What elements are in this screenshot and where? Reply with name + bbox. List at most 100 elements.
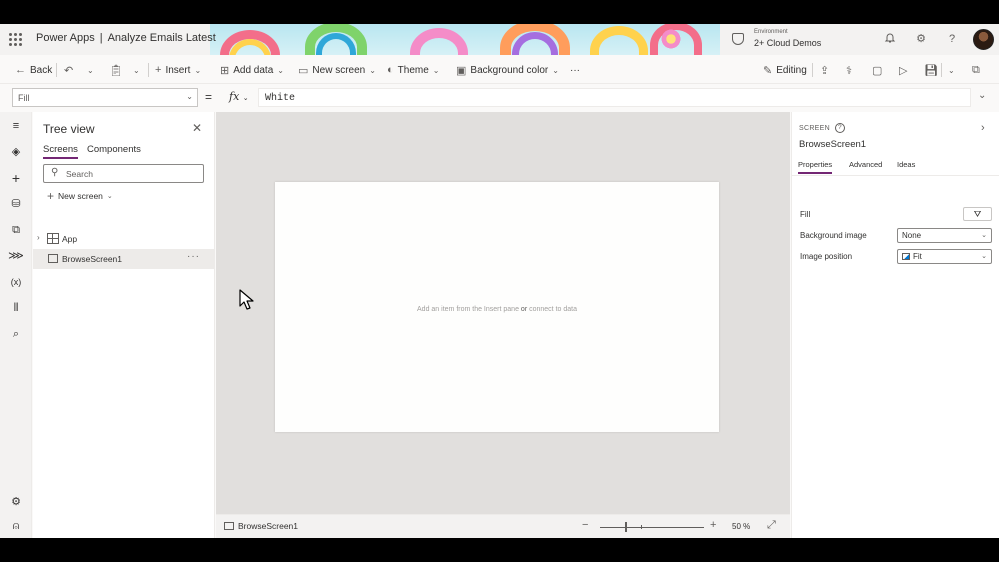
bell-icon[interactable]	[883, 32, 897, 46]
search-icon[interactable]: ⌕	[8, 326, 24, 342]
image-position-dropdown[interactable]: Fit ⌄	[897, 249, 992, 264]
editing-mode-button[interactable]: ✎ Editing	[763, 62, 807, 78]
advanced-tools-icon[interactable]: ⫴	[8, 300, 24, 316]
property-dropdown[interactable]: Fill ⌄	[12, 88, 198, 107]
undo-dropdown[interactable]: ⌄	[87, 62, 94, 78]
zoom-slider-midmark	[641, 525, 642, 529]
fit-to-window-icon[interactable]: ⤢	[767, 519, 776, 532]
formula-input[interactable]: White	[258, 88, 971, 107]
tab-properties[interactable]: Properties	[798, 160, 833, 174]
browse-screen-canvas[interactable]: Add an item from the Insert pane or conn…	[275, 182, 719, 432]
help-icon[interactable]: ?	[834, 123, 845, 133]
tree-view-icon[interactable]: ◈	[8, 144, 24, 160]
publish-button[interactable]: ⧉	[972, 62, 980, 78]
divider	[792, 175, 999, 176]
hint-or: or	[520, 306, 528, 313]
zoom-out-button[interactable]: −	[582, 519, 588, 531]
back-button[interactable]: ← Back	[15, 62, 52, 78]
app-title: Power Apps | Analyze Emails Latest	[36, 32, 216, 44]
chevron-down-icon: ⌄	[106, 193, 113, 200]
hint-connect-data-link[interactable]: connect to data	[529, 306, 577, 313]
divider	[812, 63, 813, 77]
paste-button[interactable]: 📋︎	[109, 62, 123, 78]
zoom-slider[interactable]	[600, 527, 704, 528]
tab-screens[interactable]: Screens	[43, 144, 78, 159]
zoom-in-button[interactable]: +	[710, 519, 716, 531]
zoom-slider-thumb[interactable]	[625, 522, 627, 532]
settings-icon[interactable]: ⚙	[8, 494, 24, 510]
save-button[interactable]: 💾︎	[924, 62, 938, 78]
tab-advanced[interactable]: Advanced	[849, 160, 882, 169]
formula-bar: Fill ⌄ = fx ⌄ White ⌄	[0, 84, 999, 111]
data-icon[interactable]: ⛁	[8, 196, 24, 212]
tree-search-input[interactable]: ⚲ Search	[43, 164, 204, 183]
save-dropdown[interactable]: ⌄	[948, 62, 955, 78]
current-screen-indicator[interactable]: BrowseScreen1	[224, 521, 298, 531]
comments-button[interactable]: ▢	[872, 62, 882, 78]
app-checker-button[interactable]: ⚕	[846, 62, 852, 78]
virtual-agent-icon[interactable]: ⍝	[8, 518, 24, 534]
tree-item-app[interactable]: › App	[33, 229, 214, 249]
paste-dropdown[interactable]: ⌄	[133, 62, 140, 78]
tree-item-browsescreen1[interactable]: BrowseScreen1 ···	[33, 249, 214, 269]
insert-icon[interactable]: +	[8, 170, 24, 186]
fill-color-picker[interactable]: ⛛	[963, 207, 992, 221]
tree-item-label: BrowseScreen1	[62, 254, 123, 264]
image-position-label: Image position	[800, 252, 853, 261]
new-screen-button[interactable]: ▭ New screen ⌄	[298, 62, 376, 78]
canvas-area: Add an item from the Insert pane or conn…	[216, 112, 790, 514]
zoom-value: 50 %	[732, 522, 751, 531]
empty-screen-hint: Add an item from the Insert pane or conn…	[275, 306, 719, 313]
more-options-icon[interactable]: ···	[187, 251, 200, 262]
share-button[interactable]: ⇪	[820, 62, 829, 78]
background-color-button[interactable]: ▣ Background color ⌄	[456, 62, 559, 78]
clipboard-icon: 📋︎	[109, 64, 123, 77]
chevron-right-icon[interactable]: ›	[981, 122, 985, 134]
insert-button[interactable]: + Insert ⌄	[155, 62, 201, 78]
chevron-right-icon[interactable]: ›	[37, 233, 40, 242]
preview-button[interactable]: ▷	[899, 62, 907, 78]
hamburger-menu-icon[interactable]: ≡	[8, 118, 24, 134]
screen-icon	[48, 254, 58, 263]
hint-insert-pane-link[interactable]: Add an item from the Insert pane	[417, 306, 519, 313]
fx-button[interactable]: fx ⌄	[229, 90, 249, 103]
theme-button[interactable]: ◐ Theme ⌄	[387, 62, 439, 78]
avatar[interactable]	[973, 29, 994, 50]
product-name[interactable]: Power Apps	[36, 32, 95, 44]
chevron-down-icon: ⌄	[981, 232, 987, 239]
add-data-button[interactable]: ⊞ Add data ⌄	[220, 62, 284, 78]
gear-icon[interactable]: ⚙	[914, 32, 928, 46]
chevron-down-icon: ⌄	[194, 65, 202, 75]
variables-icon[interactable]: (x)	[8, 274, 24, 290]
help-icon[interactable]: ?	[945, 32, 959, 46]
new-screen-tree-button[interactable]: + New screen ⌄	[47, 189, 113, 203]
tab-components[interactable]: Components	[87, 144, 141, 155]
app-header: Power Apps | Analyze Emails Latest Environ…	[0, 24, 999, 55]
more-commands-button[interactable]: ···	[570, 62, 580, 78]
screen-add-icon: ▭	[298, 64, 309, 77]
search-placeholder: Search	[66, 169, 93, 179]
fill-label: Fill	[800, 210, 811, 219]
background-image-dropdown[interactable]: None ⌄	[897, 228, 992, 243]
control-type-label: SCREEN	[799, 124, 830, 132]
close-icon[interactable]: ✕	[192, 121, 202, 135]
chevron-down-icon: ⌄	[277, 65, 284, 75]
background-image-value: None	[902, 231, 922, 240]
property-value: Fill	[18, 93, 30, 103]
divider	[148, 63, 149, 77]
control-name[interactable]: BrowseScreen1	[799, 139, 866, 150]
tab-ideas[interactable]: Ideas	[897, 160, 915, 169]
theme-label: Theme	[397, 64, 429, 76]
header-banner-art	[210, 24, 720, 55]
media-icon[interactable]: ⧉	[8, 222, 24, 238]
expand-formula-bar-icon[interactable]: ⌄	[978, 90, 986, 101]
waffle-icon[interactable]	[9, 33, 22, 46]
power-automate-icon[interactable]: ⋙	[8, 248, 24, 264]
undo-button[interactable]: ↶	[64, 62, 73, 78]
power-apps-studio: Power Apps | Analyze Emails Latest Environ…	[0, 24, 999, 538]
left-rail: ≡ ◈ + ⛁ ⧉ ⋙ (x) ⫴ ⌕ ⚙ ⍝	[0, 112, 32, 538]
new-screen-tree-label: New screen	[58, 191, 103, 201]
chevron-down-icon: ⌄	[87, 65, 94, 75]
image-icon	[902, 253, 910, 260]
paint-bucket-icon: ⛛	[973, 209, 982, 219]
